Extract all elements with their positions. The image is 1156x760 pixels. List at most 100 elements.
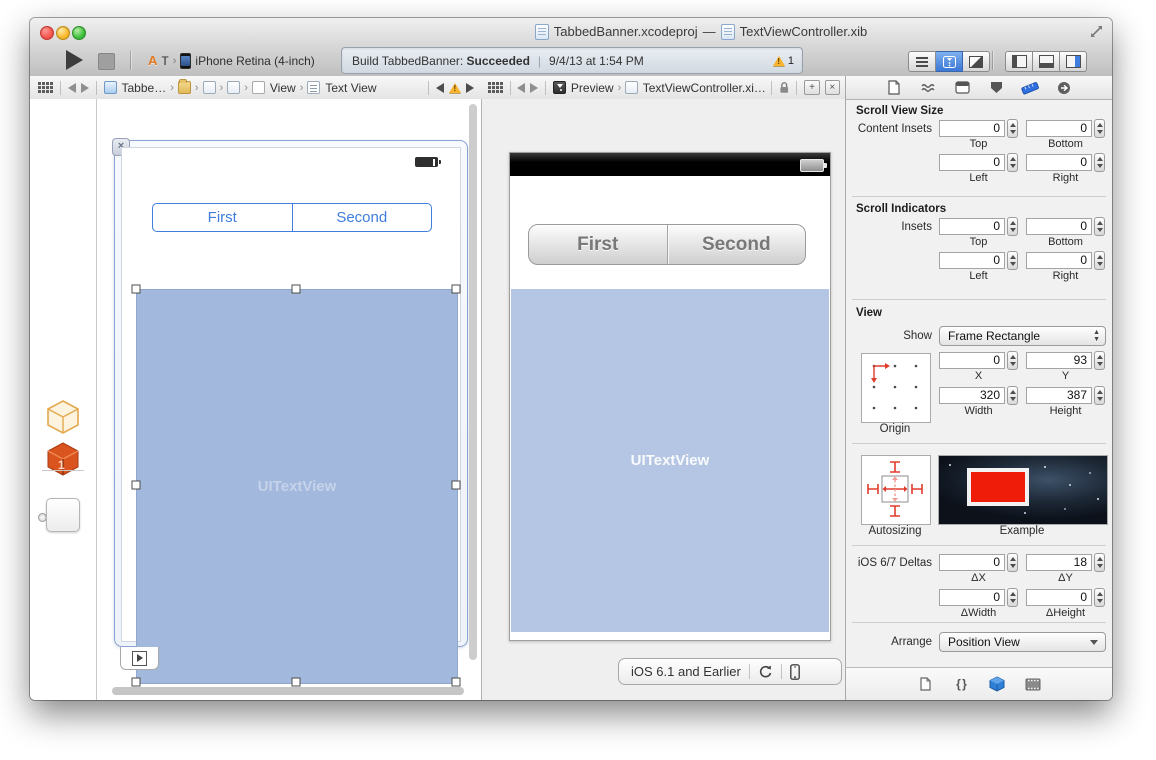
standard-editor-button[interactable] [908,51,936,72]
attributes-inspector-icon[interactable] [987,80,1005,96]
delta-x-stepper[interactable] [1007,553,1018,572]
delta-y-stepper[interactable] [1094,553,1105,572]
toggle-debug-area-button[interactable] [1033,51,1060,72]
folder-icon[interactable] [178,81,191,94]
content-inset-right-stepper[interactable] [1094,153,1105,172]
toggle-utilities-button[interactable] [1060,51,1087,72]
connections-inspector-icon[interactable] [1055,80,1073,96]
file-template-icon[interactable] [916,676,934,692]
indicator-inset-left-stepper[interactable] [1007,251,1018,270]
content-inset-bottom-field[interactable]: 0 [1026,120,1092,137]
add-assistant-editor-button[interactable]: + [804,80,819,95]
designed-view[interactable]: First Second UITextView [121,147,461,642]
warning-counter[interactable]: 1 [773,55,794,67]
rotate-preview-icon[interactable] [758,664,773,679]
assistant-mode-label[interactable]: Preview [571,81,614,95]
size-inspector-icon[interactable] [1021,80,1039,96]
indicator-inset-bottom-field[interactable]: 0 [1026,218,1092,235]
autosizing-widget[interactable] [861,455,931,525]
resize-handle-n[interactable] [292,285,301,294]
indicator-inset-right-field[interactable]: 0 [1026,252,1092,269]
segment-second[interactable]: Second [292,204,432,231]
assistant-forward-button[interactable] [530,83,538,93]
delta-height-field[interactable]: 0 [1026,589,1092,606]
fullscreen-icon[interactable] [1089,24,1104,39]
uitextview[interactable]: UITextView [136,289,458,684]
identity-inspector-icon[interactable] [953,80,971,96]
indicator-inset-bottom-stepper[interactable] [1094,217,1105,236]
height-stepper[interactable] [1094,386,1105,405]
content-inset-left-stepper[interactable] [1007,153,1018,172]
width-stepper[interactable] [1007,386,1018,405]
designed-view-window[interactable]: × First Second UITextView [114,140,468,647]
show-popup[interactable]: Frame Rectangle ▲▼ [939,326,1106,346]
segment-first[interactable]: First [153,204,292,231]
y-stepper[interactable] [1094,351,1105,370]
segmented-control[interactable]: First Second [152,203,432,232]
y-field[interactable]: 93 [1026,352,1092,369]
resize-handle-e[interactable] [452,481,461,490]
width-field[interactable]: 320 [939,387,1005,404]
delta-height-stepper[interactable] [1094,588,1105,607]
height-field[interactable]: 387 [1026,387,1092,404]
assistant-file-name[interactable]: TextViewController.xi… [643,81,766,95]
breadcrumb-text-view[interactable]: Text View [325,81,376,95]
assistant-back-button[interactable] [517,83,525,93]
x-stepper[interactable] [1007,351,1018,370]
device-toggle-icon[interactable] [790,664,800,680]
delta-y-field[interactable]: 18 [1026,554,1092,571]
files-owner-icon[interactable] [46,399,80,435]
media-library-icon[interactable] [1024,676,1042,692]
zoom-window-button[interactable] [72,26,86,40]
file-inspector-icon[interactable] [885,80,903,96]
related-items-icon[interactable] [38,82,53,93]
content-inset-top-stepper[interactable] [1007,119,1018,138]
code-snippet-icon[interactable]: { } [952,676,970,692]
stop-button[interactable] [98,53,115,70]
xib-file-icon[interactable] [203,81,216,94]
assistant-related-items-icon[interactable] [488,82,503,93]
back-button[interactable] [68,83,76,93]
content-inset-top-field[interactable]: 0 [939,120,1005,137]
forward-button[interactable] [81,83,89,93]
preview-version-label[interactable]: iOS 6.1 and Earlier [631,664,741,679]
arrange-pulldown[interactable]: Position View [939,632,1106,652]
issue-warning-icon[interactable] [449,83,461,93]
resize-handle-sw[interactable] [132,678,141,687]
ib-canvas[interactable]: × First Second UITextView [97,99,481,700]
quick-help-icon[interactable] [919,80,937,96]
view-object-thumbnail[interactable] [46,498,80,532]
resize-handle-se[interactable] [452,678,461,687]
canvas-vertical-scrollbar[interactable] [469,104,477,660]
breadcrumb-view[interactable]: View [270,81,296,95]
content-inset-bottom-stepper[interactable] [1094,119,1105,138]
object-library-icon[interactable] [988,676,1006,692]
assistant-editor-button[interactable] [936,51,963,72]
resize-handle-w[interactable] [132,481,141,490]
content-inset-right-field[interactable]: 0 [1026,154,1092,171]
close-window-button[interactable] [40,26,54,40]
delta-width-field[interactable]: 0 [939,589,1005,606]
indicator-inset-right-stepper[interactable] [1094,251,1105,270]
indicator-inset-top-stepper[interactable] [1007,217,1018,236]
run-button[interactable] [66,50,83,70]
content-inset-left-field[interactable]: 0 [939,154,1005,171]
next-issue-button[interactable] [466,83,474,93]
previous-issue-button[interactable] [436,83,444,93]
canvas-horizontal-scrollbar[interactable] [112,687,464,695]
scheme-selector[interactable]: A T › iPhone Retina (4-inch) [148,45,315,76]
indicator-inset-left-field[interactable]: 0 [939,252,1005,269]
delta-width-stepper[interactable] [1007,588,1018,607]
resize-handle-nw[interactable] [132,285,141,294]
minimize-window-button[interactable] [56,26,70,40]
xib-objects-icon[interactable] [227,81,240,94]
x-field[interactable]: 0 [939,352,1005,369]
close-assistant-editor-button[interactable]: × [825,80,840,95]
indicator-inset-top-field[interactable]: 0 [939,218,1005,235]
lock-icon[interactable] [779,81,789,94]
resize-handle-s[interactable] [292,678,301,687]
delta-x-field[interactable]: 0 [939,554,1005,571]
version-editor-button[interactable] [963,51,990,72]
resize-handle-ne[interactable] [452,285,461,294]
breadcrumb-project[interactable]: Tabbe… [122,81,167,95]
